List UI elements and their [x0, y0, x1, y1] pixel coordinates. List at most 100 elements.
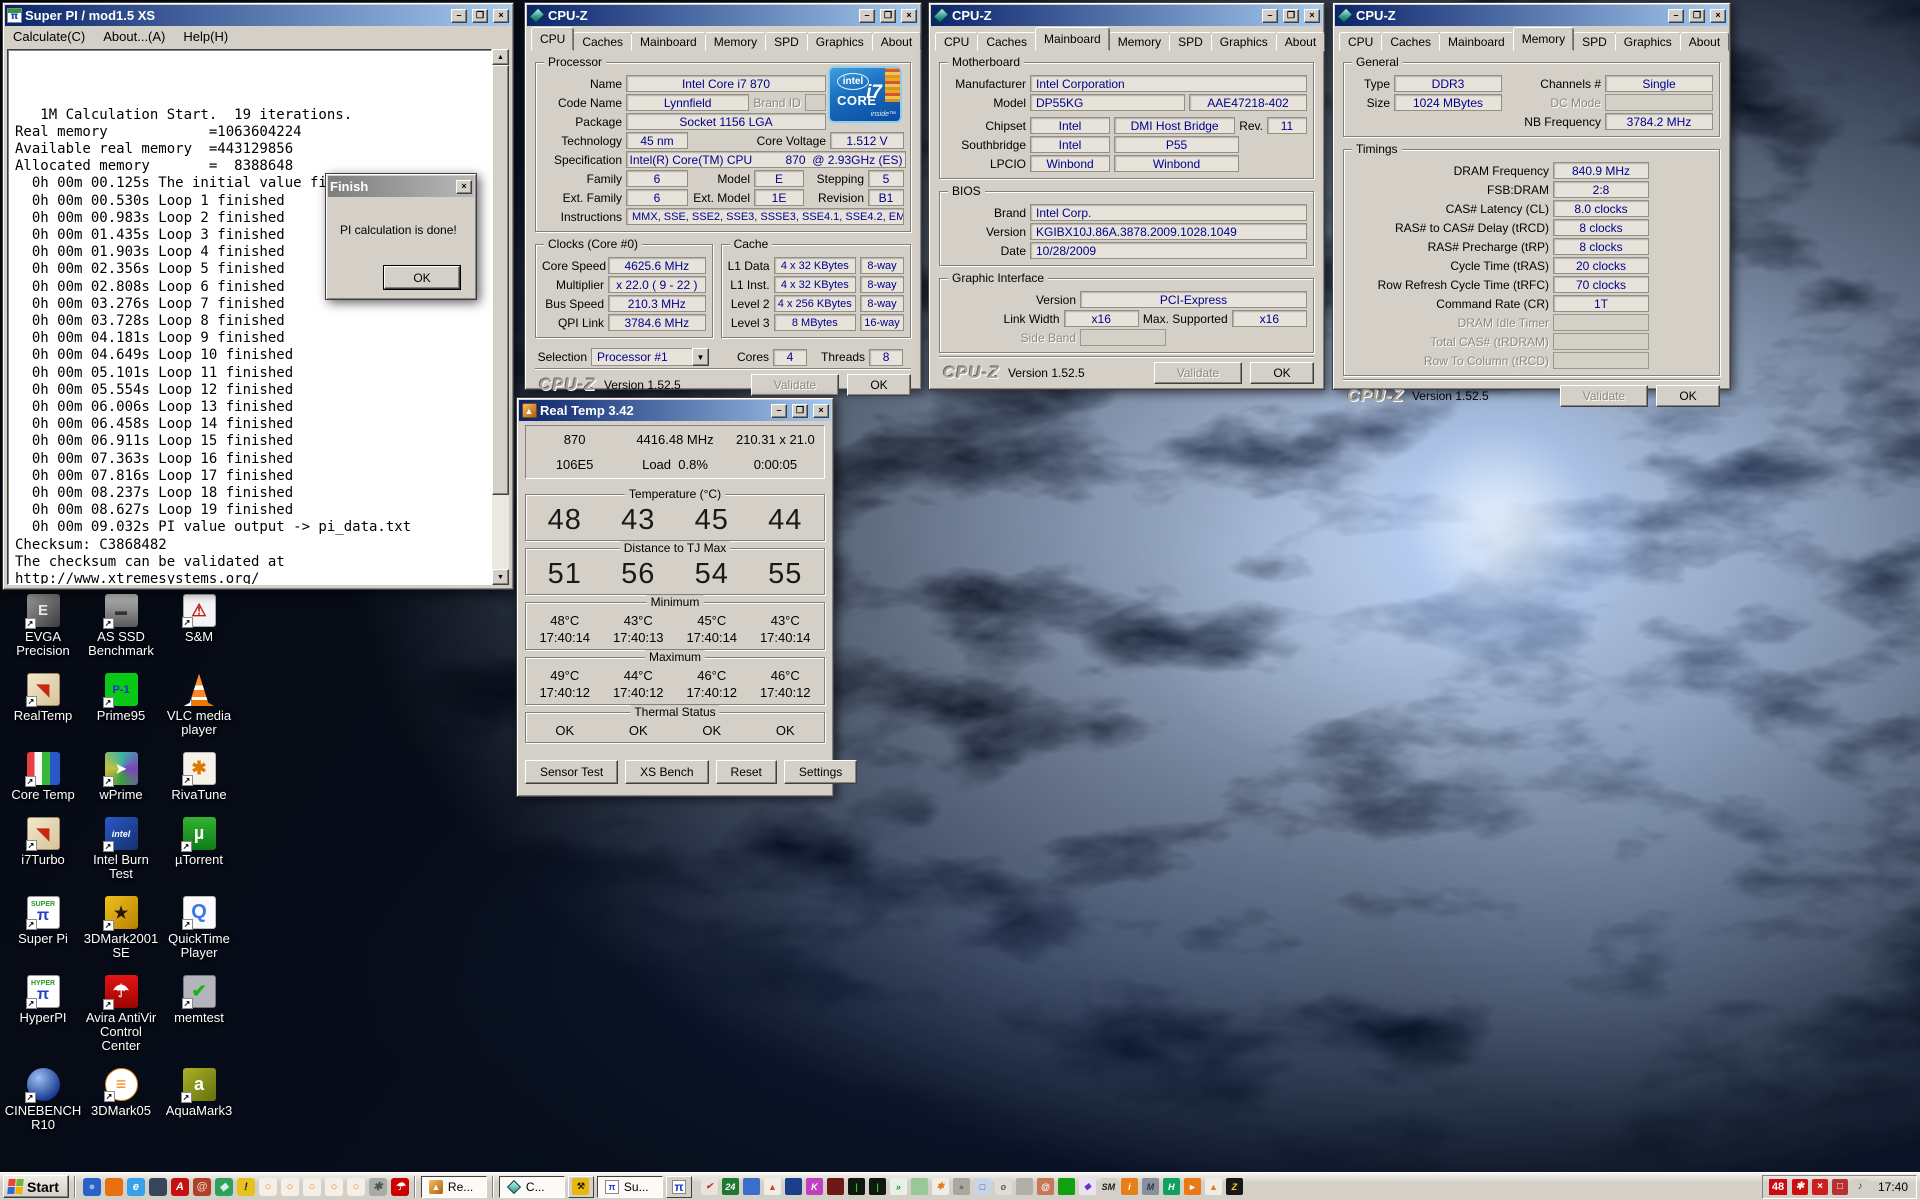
desktop-icon[interactable]: ↗ 3DMark05 — [83, 1068, 159, 1132]
minimize-icon[interactable]: – — [1262, 9, 1278, 23]
tab[interactable]: Memory — [1109, 32, 1170, 51]
close-icon[interactable]: × — [901, 9, 917, 23]
taskbar-app-icon[interactable]: ◆ — [1079, 1178, 1096, 1195]
desktop-icon[interactable]: ↗ RivaTune — [161, 752, 237, 802]
taskbar-app-icon[interactable]: SM — [1100, 1178, 1117, 1195]
quick-launch-icon[interactable]: ○ — [347, 1178, 365, 1196]
menu-item[interactable]: Calculate(C) — [13, 29, 85, 44]
tab[interactable]: Graphics — [1211, 32, 1277, 51]
maximize-icon[interactable]: ❐ — [792, 404, 808, 418]
taskbar-app-icon[interactable]: ✔ — [701, 1178, 718, 1195]
taskbar-app-icon[interactable]: ▲ — [764, 1178, 781, 1195]
tab[interactable]: SPD — [765, 32, 808, 51]
tab[interactable]: Memory — [1513, 27, 1574, 51]
taskbar-app-icon[interactable]: ▲ — [1205, 1178, 1222, 1195]
desktop-icon[interactable]: ↗ EVGA Precision — [5, 594, 81, 658]
close-icon[interactable]: × — [456, 180, 472, 194]
taskbar-app-icon[interactable]: K — [806, 1178, 823, 1195]
menu-item[interactable]: Help(H) — [183, 29, 228, 44]
quick-launch-icon[interactable]: ✱ — [369, 1178, 387, 1196]
scrollbar-thumb[interactable] — [492, 65, 509, 495]
maximize-icon[interactable]: ❐ — [1283, 9, 1299, 23]
taskbar-app-icon[interactable]: Z — [1226, 1178, 1243, 1195]
maximize-icon[interactable]: ❐ — [880, 9, 896, 23]
realtemp-button[interactable]: Reset — [716, 760, 777, 784]
tray-icon[interactable]: ✱ — [1792, 1179, 1808, 1195]
taskbar-app-icon[interactable]: o — [995, 1178, 1012, 1195]
taskbar-app-icon[interactable] — [1016, 1178, 1033, 1195]
quick-launch-icon[interactable]: @ — [193, 1178, 211, 1196]
tab[interactable]: About — [1276, 32, 1325, 51]
tab[interactable]: Graphics — [807, 32, 873, 51]
menu-item[interactable]: About...(A) — [103, 29, 165, 44]
taskbar-app-icon[interactable]: H — [1163, 1178, 1180, 1195]
tab[interactable]: About — [872, 32, 921, 51]
quick-launch-icon[interactable]: A — [171, 1178, 189, 1196]
quick-launch-icon[interactable]: ○ — [281, 1178, 299, 1196]
taskbar-app-icon[interactable]: ✱ — [932, 1178, 949, 1195]
tray-icon[interactable]: □ — [1832, 1179, 1848, 1195]
taskbar-button-cpuz[interactable]: C... — [499, 1176, 565, 1198]
taskbar-app-icon[interactable]: 24 — [722, 1178, 739, 1195]
minimize-icon[interactable]: – — [859, 9, 875, 23]
taskbar-app-icon[interactable]: | — [848, 1178, 865, 1195]
desktop-icon[interactable]: ↗ Intel Burn Test — [83, 817, 159, 881]
desktop-icon[interactable]: ↗ QuickTime Player — [161, 896, 237, 960]
processor-selection-dropdown[interactable]: Processor #1 ▼ — [591, 348, 709, 366]
desktop-icon[interactable]: ↗ HyperPI — [5, 975, 81, 1053]
taskbar-button-crane[interactable]: ⚒ — [568, 1176, 594, 1198]
quick-launch-icon[interactable]: ● — [83, 1178, 101, 1196]
tab[interactable]: Caches — [1381, 32, 1440, 51]
close-icon[interactable]: × — [493, 9, 509, 23]
tray-icon[interactable]: ♪ — [1852, 1179, 1868, 1195]
quick-launch-icon[interactable]: ○ — [259, 1178, 277, 1196]
taskbar-app-icon[interactable]: | — [869, 1178, 886, 1195]
tab[interactable]: Mainboard — [631, 32, 706, 51]
ok-button[interactable]: OK — [1656, 385, 1720, 407]
taskbar-app-icon[interactable]: @ — [1037, 1178, 1054, 1195]
quick-launch-icon[interactable]: ! — [237, 1178, 255, 1196]
desktop-icon[interactable]: ↗ AquaMark3 — [161, 1068, 237, 1132]
minimize-icon[interactable]: – — [771, 404, 787, 418]
taskbar-app-icon[interactable]: i — [1121, 1178, 1138, 1195]
quick-launch-icon[interactable]: e — [127, 1178, 145, 1196]
realtemp-button[interactable]: Sensor Test — [525, 760, 618, 784]
quick-launch-icon[interactable] — [149, 1178, 167, 1196]
tab[interactable]: Graphics — [1615, 32, 1681, 51]
desktop-icon[interactable]: ↗ Super Pi — [5, 896, 81, 960]
tab[interactable]: SPD — [1169, 32, 1212, 51]
maximize-icon[interactable]: ❐ — [472, 9, 488, 23]
desktop-icon[interactable]: ↗ µTorrent — [161, 817, 237, 881]
realtemp-button[interactable]: Settings — [784, 760, 857, 784]
minimize-icon[interactable]: – — [451, 9, 467, 23]
realtemp-button[interactable]: XS Bench — [625, 760, 708, 784]
taskbar-app-icon[interactable] — [911, 1178, 928, 1195]
tab[interactable]: SPD — [1573, 32, 1616, 51]
desktop-icon[interactable]: ↗ memtest — [161, 975, 237, 1053]
scroll-up-icon[interactable]: ▲ — [492, 49, 509, 65]
taskbar-app-icon[interactable]: □ — [974, 1178, 991, 1195]
superpi-scrollbar[interactable]: ▲ ▼ — [492, 49, 509, 585]
desktop-icon[interactable]: ↗ Prime95 — [83, 673, 159, 737]
desktop-icon[interactable]: ↗ CINEBENCH R10 — [5, 1068, 81, 1132]
desktop-icon[interactable]: ↗ i7Turbo — [5, 817, 81, 881]
maximize-icon[interactable]: ❐ — [1689, 9, 1705, 23]
tab[interactable]: Caches — [573, 32, 632, 51]
ok-button[interactable]: OK — [1250, 362, 1314, 384]
close-icon[interactable]: × — [1710, 9, 1726, 23]
desktop-icon[interactable]: ↗ 3DMark2001 SE — [83, 896, 159, 960]
close-icon[interactable]: × — [813, 404, 829, 418]
desktop-icon[interactable]: ↗ S&M — [161, 594, 237, 658]
start-button[interactable]: Start — [3, 1175, 69, 1198]
quick-launch-icon[interactable]: ○ — [303, 1178, 321, 1196]
taskbar-button-hyperpi[interactable]: π — [666, 1176, 692, 1198]
scroll-down-icon[interactable]: ▼ — [492, 569, 509, 585]
tab[interactable]: CPU — [1339, 32, 1382, 51]
close-icon[interactable]: × — [1304, 9, 1320, 23]
ok-button[interactable]: OK — [847, 374, 911, 396]
tab[interactable]: About — [1680, 32, 1729, 51]
tray-icon[interactable]: × — [1812, 1179, 1828, 1195]
desktop-icon[interactable]: ↗ wPrime — [83, 752, 159, 802]
tab[interactable]: Mainboard — [1035, 27, 1110, 51]
taskbar-app-icon[interactable]: ► — [1184, 1178, 1201, 1195]
